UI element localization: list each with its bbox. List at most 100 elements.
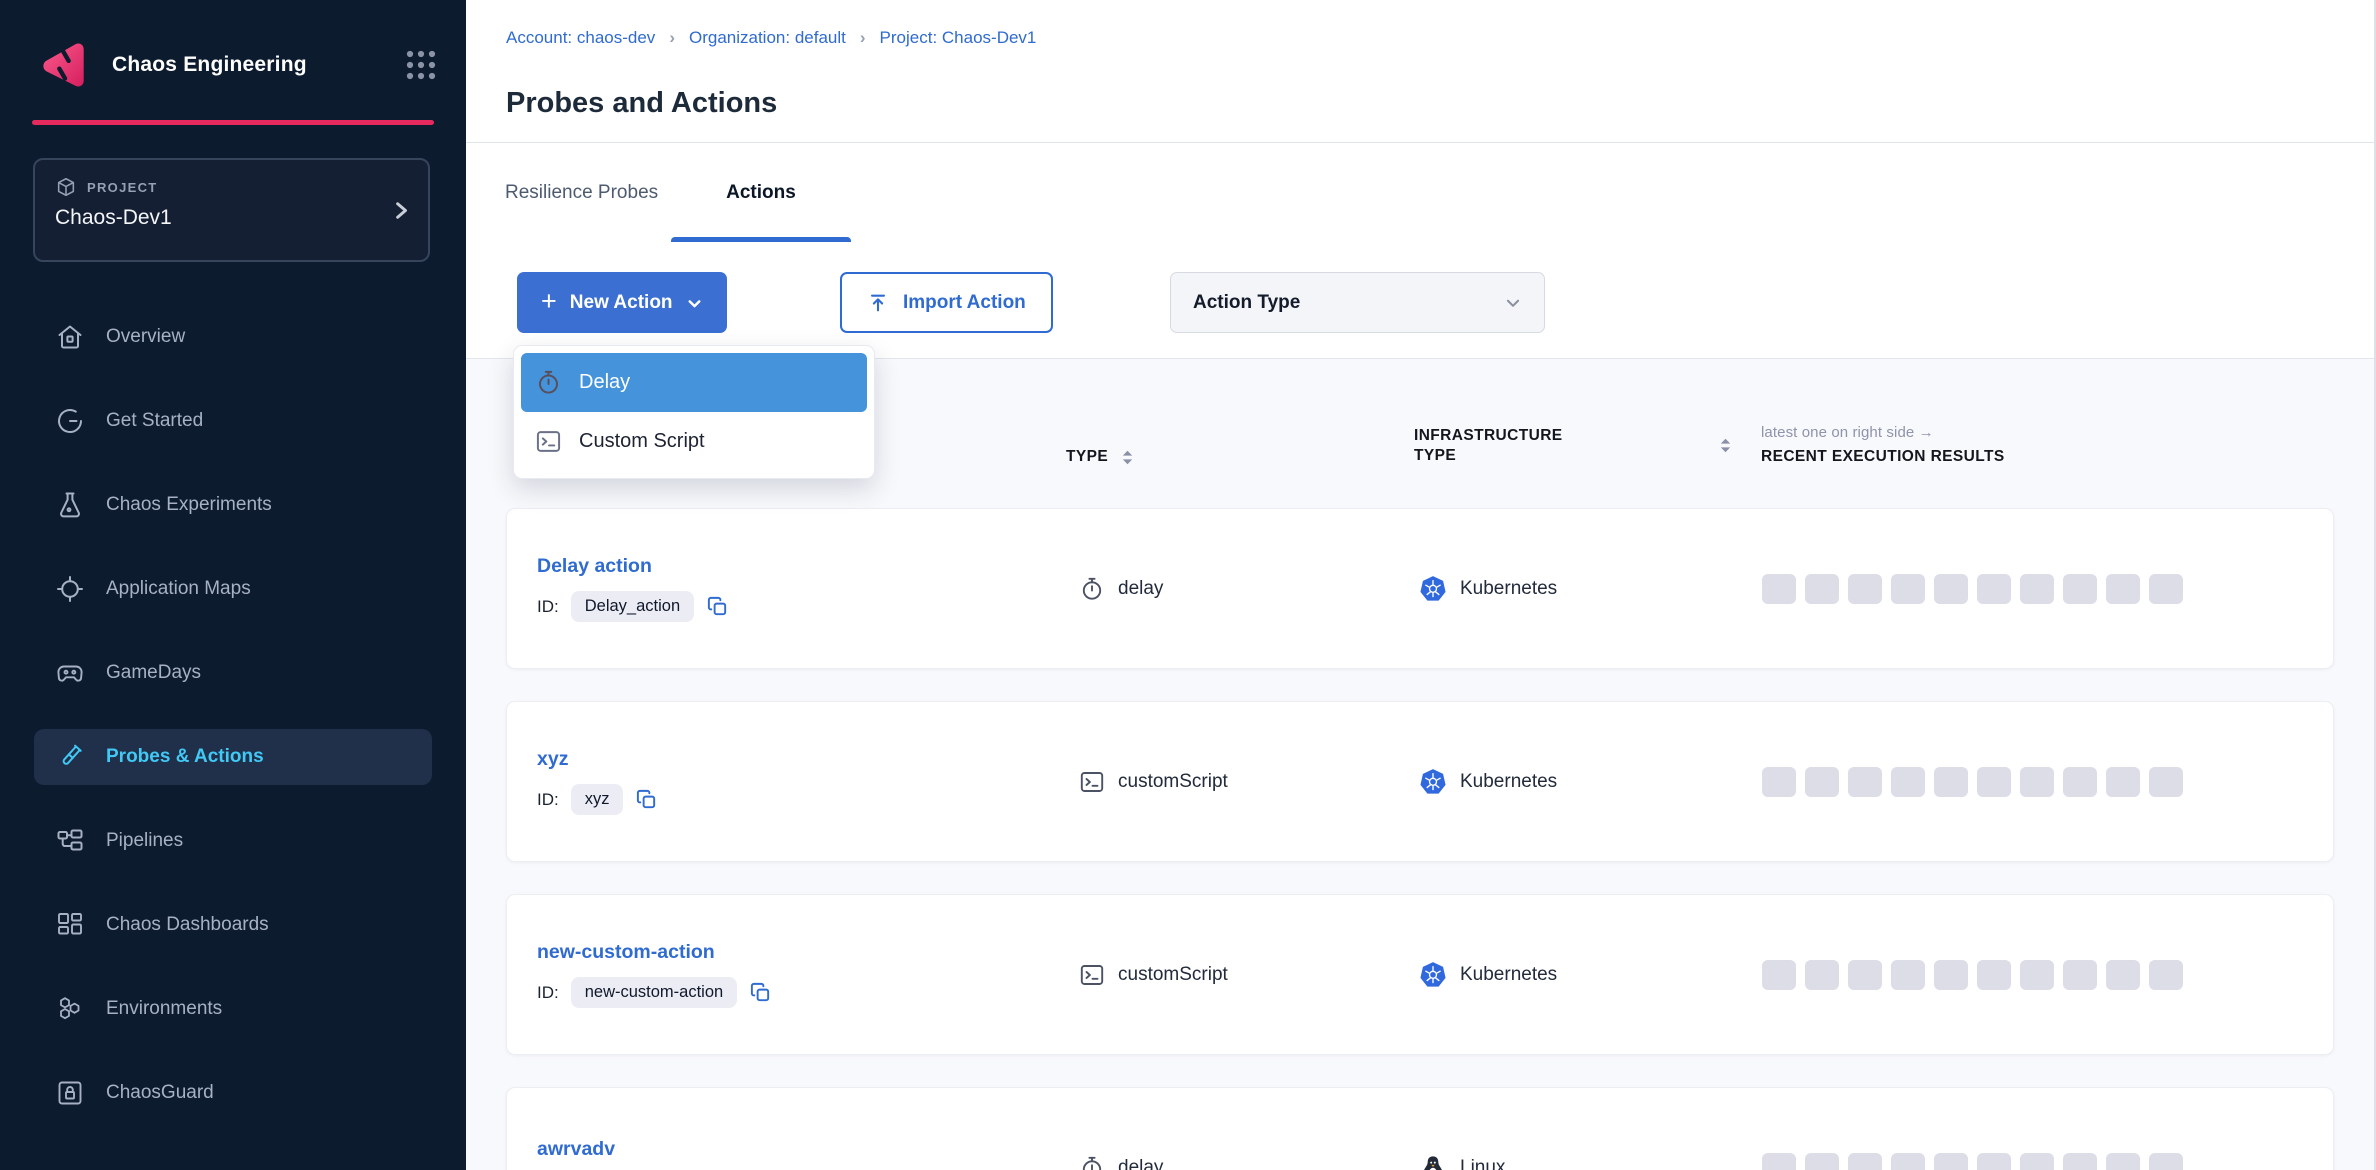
breadcrumb-separator: ›: [669, 28, 675, 48]
main-area: Account: chaos-dev › Organization: defau…: [466, 0, 2374, 1170]
execution-result-placeholder: [1848, 767, 1882, 797]
chevron-down-icon: [1504, 294, 1522, 312]
sidebar-item-get-started[interactable]: Get Started: [34, 393, 432, 449]
stopwatch-icon: [1079, 576, 1105, 602]
menu-item-label: Delay: [579, 371, 630, 394]
sidebar-item-label: ChaosGuard: [106, 1082, 214, 1104]
copy-icon[interactable]: [749, 981, 772, 1004]
sidebar: Chaos Engineering PROJECT Chaos-Dev1: [0, 0, 466, 1170]
action-type-value: delay: [1118, 578, 1163, 600]
action-name-link[interactable]: new-custom-action: [537, 941, 1067, 964]
action-name-link[interactable]: awrvadv: [537, 1138, 1067, 1161]
import-action-button[interactable]: Import Action: [840, 272, 1053, 333]
gamepad-icon: [55, 658, 85, 688]
copy-icon[interactable]: [706, 595, 729, 618]
tab-bar: Resilience Probes Actions: [505, 143, 851, 242]
action-id-value: xyz: [571, 784, 624, 815]
execution-result-placeholder: [2020, 574, 2054, 604]
execution-result-placeholder: [1977, 960, 2011, 990]
page-title: Probes and Actions: [506, 87, 777, 120]
execution-result-placeholder: [2149, 574, 2183, 604]
breadcrumb: Account: chaos-dev › Organization: defau…: [506, 28, 1036, 48]
execution-result-placeholder: [1762, 1153, 1796, 1170]
execution-result-placeholder: [1848, 574, 1882, 604]
get-started-icon: [55, 406, 85, 436]
linux-icon: [1419, 1154, 1447, 1170]
action-row-awrvadv: awrvadvID:delayLinux: [506, 1087, 2334, 1170]
id-label: ID:: [537, 983, 559, 1003]
terminal-icon: [535, 428, 562, 455]
new-action-button[interactable]: + New Action: [517, 272, 727, 333]
app-grid-icon[interactable]: [404, 48, 438, 82]
copy-icon[interactable]: [635, 788, 658, 811]
breadcrumb-separator: ›: [860, 28, 866, 48]
action-type-select[interactable]: Action Type: [1170, 272, 1545, 333]
sidebar-item-probes-actions[interactable]: Probes & Actions: [34, 729, 432, 785]
sort-icon[interactable]: [1120, 449, 1135, 466]
import-icon: [867, 292, 889, 314]
action-name-link[interactable]: Delay action: [537, 555, 1067, 578]
sidebar-accent-divider: [32, 120, 434, 125]
sidebar-item-chaos-dashboards[interactable]: Chaos Dashboards: [34, 897, 432, 953]
menu-item-custom-script[interactable]: Custom Script: [521, 412, 867, 471]
toolbar: + New Action Import Action Action Type: [466, 242, 2374, 358]
kubernetes-icon: [1419, 575, 1447, 603]
infrastructure-type-value: Kubernetes: [1460, 964, 1557, 986]
sidebar-item-pipelines[interactable]: Pipelines: [34, 813, 432, 869]
execution-result-placeholder: [1848, 960, 1882, 990]
execution-result-placeholder: [2149, 767, 2183, 797]
cube-icon: [55, 176, 77, 198]
action-name-link[interactable]: xyz: [537, 748, 1067, 771]
sidebar-item-overview[interactable]: Overview: [34, 309, 432, 365]
sidebar-item-gamedays[interactable]: GameDays: [34, 645, 432, 701]
sort-icon[interactable]: [1718, 437, 1733, 454]
tab-actions[interactable]: Actions: [671, 143, 851, 242]
actions-table: TYPE INFRASTRUCTURE TYPE latest one on r…: [466, 358, 2374, 1170]
id-label: ID:: [537, 790, 559, 810]
action-type-value: delay: [1118, 1157, 1163, 1170]
sidebar-item-label: Application Maps: [106, 578, 251, 600]
stopwatch-icon: [1079, 1155, 1105, 1170]
sidebar-item-label: Overview: [106, 326, 185, 348]
project-selector[interactable]: PROJECT Chaos-Dev1: [33, 158, 430, 262]
execution-result-placeholder: [2063, 960, 2097, 990]
table-body: Delay actionID:Delay_actiondelayKubernet…: [506, 508, 2334, 1170]
breadcrumb-project-link[interactable]: Project: Chaos-Dev1: [880, 28, 1037, 48]
execution-result-placeholder: [1762, 767, 1796, 797]
breadcrumb-account-link[interactable]: Account: chaos-dev: [506, 28, 655, 48]
execution-result-placeholder: [1977, 574, 2011, 604]
execution-result-placeholder: [2020, 960, 2054, 990]
execution-result-placeholder: [1934, 1153, 1968, 1170]
tab-resilience-probes[interactable]: Resilience Probes: [505, 143, 658, 242]
infrastructure-type-value: Linux: [1460, 1157, 1505, 1170]
harness-chaos-logo-icon: [36, 37, 92, 93]
action-row-new-custom-action: new-custom-actionID:new-custom-actioncus…: [506, 894, 2334, 1055]
kubernetes-icon: [1419, 961, 1447, 989]
target-icon: [55, 574, 85, 604]
sidebar-item-environments[interactable]: Environments: [34, 981, 432, 1037]
sidebar-item-label: Get Started: [106, 410, 203, 432]
sidebar-item-chaos-experiments[interactable]: Chaos Experiments: [34, 477, 432, 533]
breadcrumb-organization-link[interactable]: Organization: default: [689, 28, 846, 48]
sidebar-item-application-maps[interactable]: Application Maps: [34, 561, 432, 617]
execution-result-placeholder: [2149, 960, 2183, 990]
execution-result-placeholder: [1762, 574, 1796, 604]
execution-result-placeholder: [1891, 960, 1925, 990]
sidebar-item-chaosguard[interactable]: ChaosGuard: [34, 1065, 432, 1121]
menu-item-label: Custom Script: [579, 430, 705, 453]
execution-result-placeholder: [2063, 574, 2097, 604]
infrastructure-type-cell: Linux: [1407, 1154, 1762, 1170]
action-type-value: customScript: [1118, 964, 1228, 986]
infrastructure-type-value: Kubernetes: [1460, 578, 1557, 600]
new-action-menu: Delay Custom Script: [513, 345, 875, 479]
execution-result-placeholder: [2149, 1153, 2183, 1170]
execution-result-placeholder: [1977, 767, 2011, 797]
execution-result-placeholder: [1934, 767, 1968, 797]
action-type-cell: customScript: [1067, 962, 1407, 988]
execution-result-placeholder: [2063, 1153, 2097, 1170]
menu-item-delay[interactable]: Delay: [521, 353, 867, 412]
recent-execution-results-cell: [1762, 960, 2303, 990]
shield-lock-icon: [55, 1078, 85, 1108]
sidebar-item-label: GameDays: [106, 662, 201, 684]
action-id-value: Delay_action: [571, 591, 694, 622]
